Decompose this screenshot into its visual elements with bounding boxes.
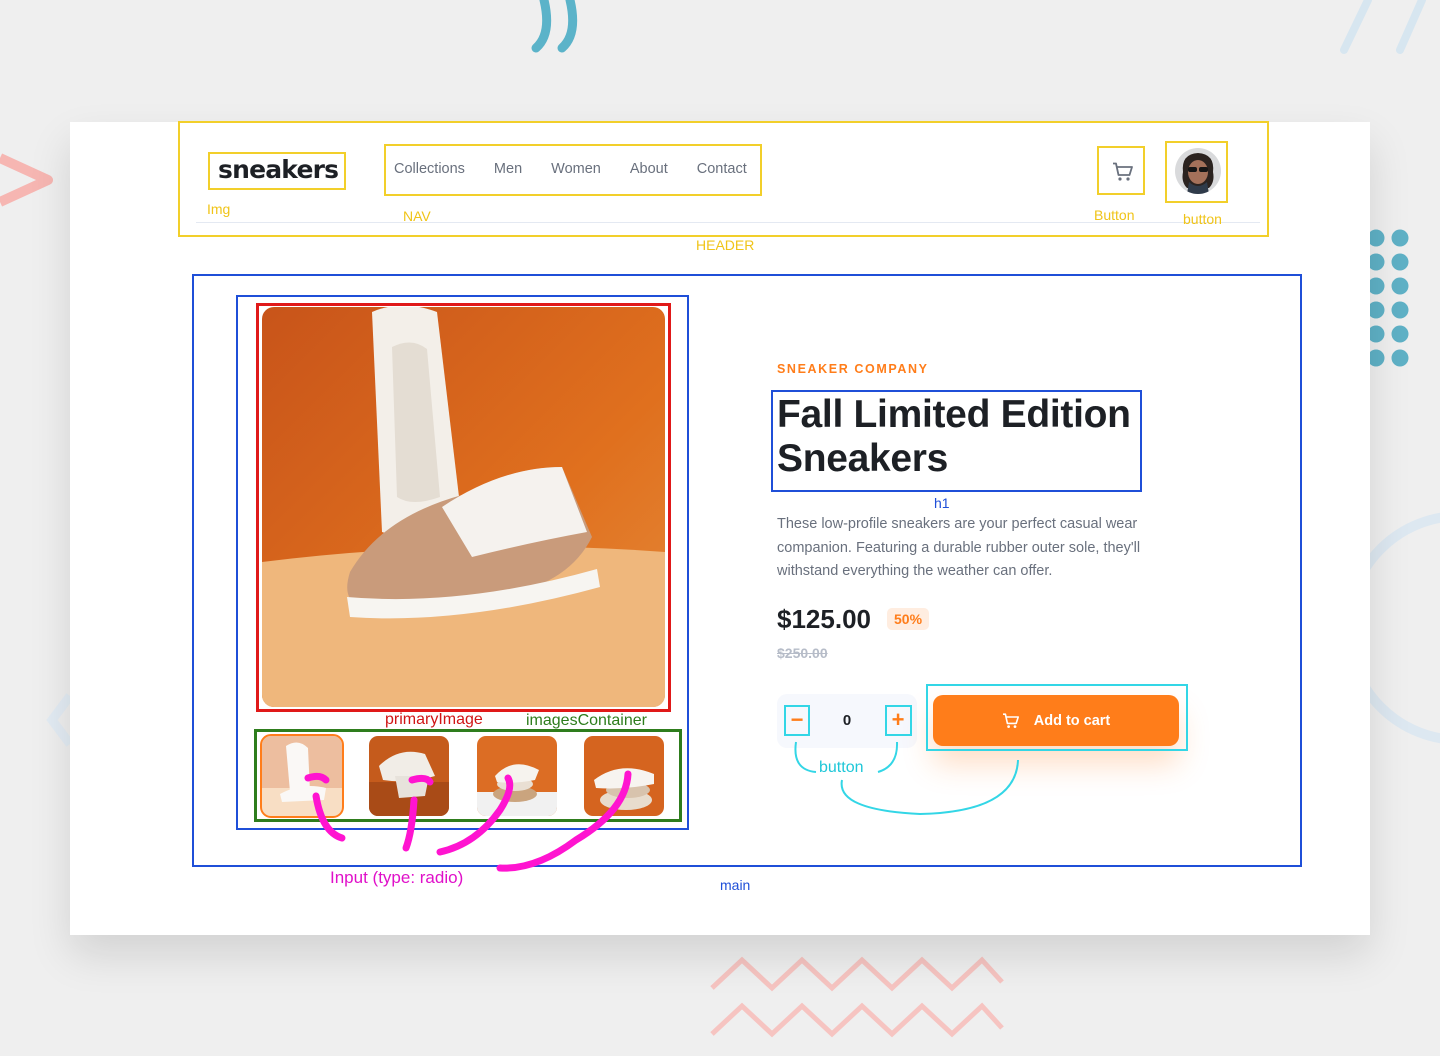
header-divider <box>196 222 1260 223</box>
decor-dot <box>1367 325 1385 343</box>
current-price: $125.00 <box>777 604 871 634</box>
avatar-image <box>1175 148 1221 194</box>
add-to-cart-button[interactable]: Add to cart <box>933 695 1179 746</box>
thumbnail-1[interactable] <box>260 734 344 818</box>
main-nav: Collections Men Women About Contact <box>386 146 768 192</box>
original-price: $250.00 <box>777 645 828 661</box>
thumbnail-2[interactable] <box>369 736 449 816</box>
plus-icon: + <box>891 707 905 732</box>
decor-dot <box>1367 301 1385 319</box>
thumbnail-4[interactable] <box>584 736 664 816</box>
cart-button[interactable] <box>1104 155 1142 189</box>
decor-dot <box>1391 229 1409 247</box>
increase-quantity-button[interactable]: + <box>887 707 909 732</box>
product-title-line2: Sneakers <box>777 437 949 480</box>
decor-hooks <box>531 0 578 53</box>
logo[interactable]: sneakers <box>218 155 339 184</box>
decor-dot <box>1391 277 1409 295</box>
quantity-value: 0 <box>842 712 852 729</box>
decor-dot <box>1367 277 1385 295</box>
minus-icon: − <box>790 707 804 732</box>
product-title: Fall Limited Edition Sneakers <box>777 393 1147 481</box>
decor-dot <box>1367 349 1385 367</box>
thumbnail-image-1 <box>262 736 342 816</box>
decrease-quantity-button[interactable]: − <box>786 707 808 732</box>
decor-dot <box>1391 253 1409 271</box>
sneaker-photo <box>262 307 665 707</box>
decor-zigzag <box>710 956 1004 1038</box>
nav-item-men[interactable]: Men <box>494 161 522 177</box>
product-description: These low-profile sneakers are your perf… <box>777 516 1141 579</box>
cart-icon <box>1113 162 1133 181</box>
nav-item-contact[interactable]: Contact <box>697 161 747 177</box>
nav-item-about[interactable]: About <box>630 161 668 177</box>
nav-item-collections[interactable]: Collections <box>394 161 465 177</box>
avatar-button[interactable] <box>1175 148 1221 194</box>
quantity-stepper: − 0 + <box>777 694 917 748</box>
decor-dot <box>1391 349 1409 367</box>
decor-dot <box>1391 301 1409 319</box>
company-label: SNEAKER COMPANY <box>777 362 929 376</box>
thumbnail-3[interactable] <box>477 736 557 816</box>
decor-dot <box>1391 325 1409 343</box>
decor-dots <box>1367 229 1409 367</box>
primary-image <box>262 307 665 707</box>
cart-icon <box>1002 712 1019 728</box>
decor-dot <box>1367 253 1385 271</box>
product-title-line1: Fall Limited Edition <box>777 393 1131 436</box>
decor-chevron <box>0 153 53 207</box>
decor-dot <box>1367 229 1385 247</box>
nav-item-women[interactable]: Women <box>551 161 601 177</box>
decor-slashes <box>1340 0 1426 54</box>
discount-badge: 50% <box>887 608 930 630</box>
add-to-cart-label: Add to cart <box>1033 712 1111 729</box>
